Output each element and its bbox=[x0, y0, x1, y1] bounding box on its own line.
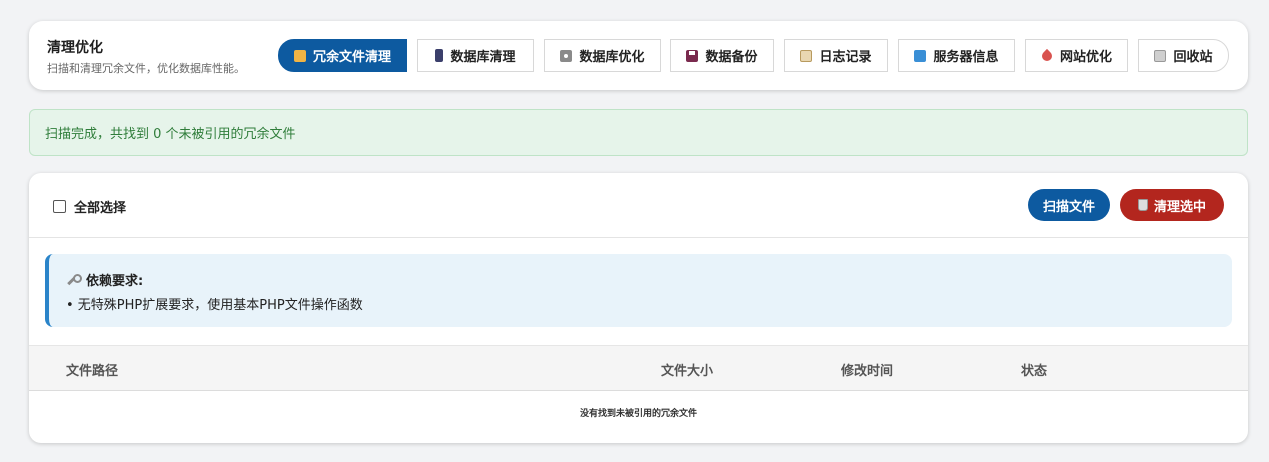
tab-data-backup[interactable]: 数据备份 bbox=[670, 39, 774, 72]
clipboard-icon bbox=[800, 49, 813, 62]
tab-server-info[interactable]: 服务器信息 bbox=[898, 39, 1015, 72]
tab-label: 服务器信息 bbox=[933, 50, 999, 65]
gear-icon bbox=[560, 49, 573, 62]
select-all-checkbox[interactable] bbox=[53, 200, 66, 213]
tab-database-optimize[interactable]: 数据库优化 bbox=[544, 39, 661, 72]
clean-selected-button[interactable]: 清理选中 bbox=[1120, 189, 1224, 221]
floppy-disk-icon bbox=[686, 49, 699, 62]
tab-label: 网站优化 bbox=[1059, 50, 1112, 65]
folder-icon bbox=[293, 49, 306, 62]
files-panel: 全部选择 扫描文件 清理选中 依赖要求: • 无特殊PHP扩展要求，使用基本PH… bbox=[29, 173, 1248, 443]
server-icon bbox=[914, 49, 927, 62]
scan-files-label: 扫描文件 bbox=[1042, 199, 1095, 215]
dependency-title: 依赖要求: bbox=[86, 274, 144, 289]
tab-recycle-bin[interactable]: 回收站 bbox=[1138, 39, 1229, 72]
dependency-title-row: 依赖要求: bbox=[66, 270, 1232, 289]
column-header-size[interactable]: 文件大小 bbox=[661, 360, 713, 379]
notice-text: 扫描完成，共找到 0 个未被引用的冗余文件 bbox=[45, 127, 296, 142]
database-icon bbox=[435, 49, 444, 62]
empty-table-message: 没有找到未被引用的冗余文件 bbox=[579, 409, 697, 419]
rocket-icon bbox=[1041, 50, 1053, 62]
select-all-label: 全部选择 bbox=[74, 201, 127, 216]
trash-icon bbox=[1154, 49, 1167, 62]
page-title: 清理优化 bbox=[47, 40, 103, 56]
column-header-status[interactable]: 状态 bbox=[1021, 360, 1047, 379]
tab-database-clean[interactable]: 数据库清理 bbox=[417, 39, 534, 72]
tab-site-optimize[interactable]: 网站优化 bbox=[1025, 39, 1128, 72]
column-header-path[interactable]: 文件路径 bbox=[66, 360, 118, 379]
tab-logs[interactable]: 日志记录 bbox=[784, 39, 888, 72]
trash-icon bbox=[1137, 199, 1148, 211]
dependency-info-box: 依赖要求: • 无特殊PHP扩展要求，使用基本PHP文件操作函数 bbox=[45, 254, 1232, 327]
tab-label: 数据库优化 bbox=[579, 50, 645, 65]
tab-label: 数据库清理 bbox=[450, 50, 516, 65]
wrench-icon bbox=[66, 273, 82, 286]
table-header: 文件路径 文件大小 修改时间 状态 bbox=[29, 345, 1248, 391]
scan-result-notice: 扫描完成，共找到 0 个未被引用的冗余文件 bbox=[29, 109, 1248, 156]
tab-label: 冗余文件清理 bbox=[312, 50, 391, 65]
clean-selected-label: 清理选中 bbox=[1153, 199, 1206, 215]
column-header-modified[interactable]: 修改时间 bbox=[841, 360, 893, 379]
panel-toolbar: 全部选择 扫描文件 清理选中 bbox=[29, 173, 1248, 238]
tab-label: 日志记录 bbox=[819, 50, 872, 65]
page-subtitle: 扫描和清理冗余文件，优化数据库性能。 bbox=[47, 62, 245, 75]
tab-label: 回收站 bbox=[1173, 50, 1213, 65]
header-card: 清理优化 扫描和清理冗余文件，优化数据库性能。 冗余文件清理 数据库清理 数据库… bbox=[29, 21, 1248, 90]
dependency-item: • 无特殊PHP扩展要求，使用基本PHP文件操作函数 bbox=[66, 298, 363, 313]
tab-redundant-files[interactable]: 冗余文件清理 bbox=[278, 39, 407, 72]
tab-label: 数据备份 bbox=[705, 50, 758, 65]
scan-files-button[interactable]: 扫描文件 bbox=[1028, 189, 1110, 221]
select-all-control[interactable]: 全部选择 bbox=[53, 197, 126, 216]
